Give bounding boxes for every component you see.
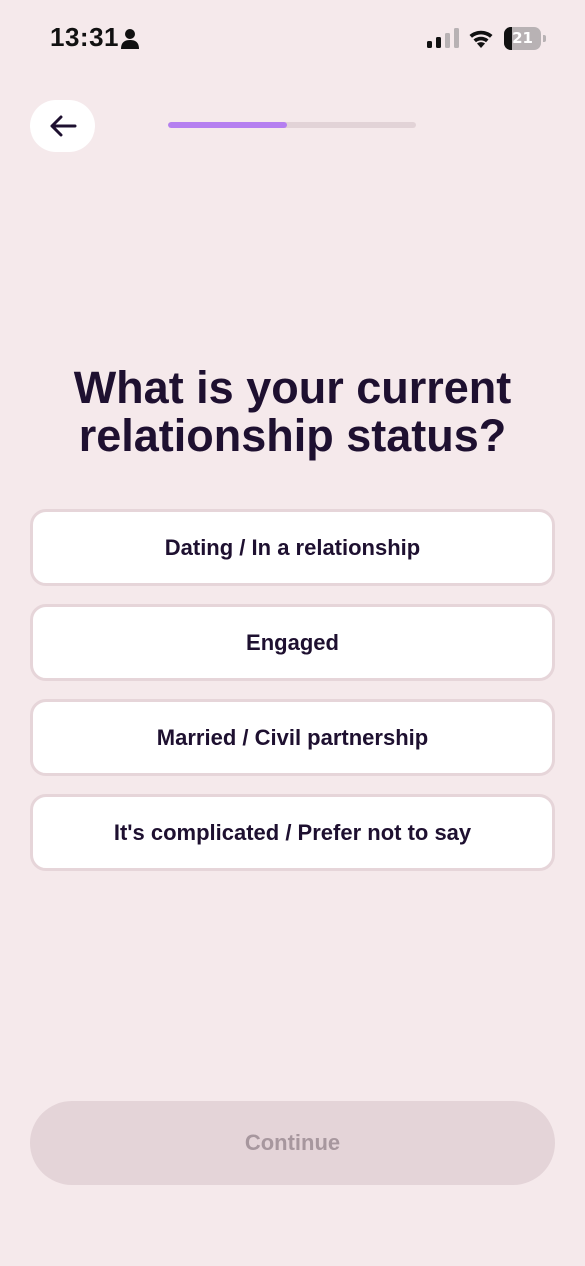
option-complicated[interactable]: It's complicated / Prefer not to say (30, 794, 555, 871)
back-button[interactable] (30, 100, 95, 152)
cellular-signal-icon (427, 28, 459, 48)
continue-button[interactable]: Continue (30, 1101, 555, 1185)
person-icon (121, 29, 139, 49)
option-engaged[interactable]: Engaged (30, 604, 555, 681)
question-title: What is your current relationship status… (73, 362, 512, 461)
progress-fill (168, 122, 288, 128)
status-bar: 13:31 21 (0, 0, 585, 80)
progress-bar (168, 122, 416, 128)
option-married[interactable]: Married / Civil partnership (30, 699, 555, 776)
status-time: 13:31 (50, 22, 119, 52)
wifi-icon (469, 30, 493, 48)
option-dating[interactable]: Dating / In a relationship (30, 509, 555, 586)
options-list: Dating / In a relationship Engaged Marri… (30, 509, 555, 889)
battery-level: 21 (512, 29, 533, 47)
arrow-left-icon (50, 115, 76, 137)
battery-icon: 21 (504, 27, 546, 50)
